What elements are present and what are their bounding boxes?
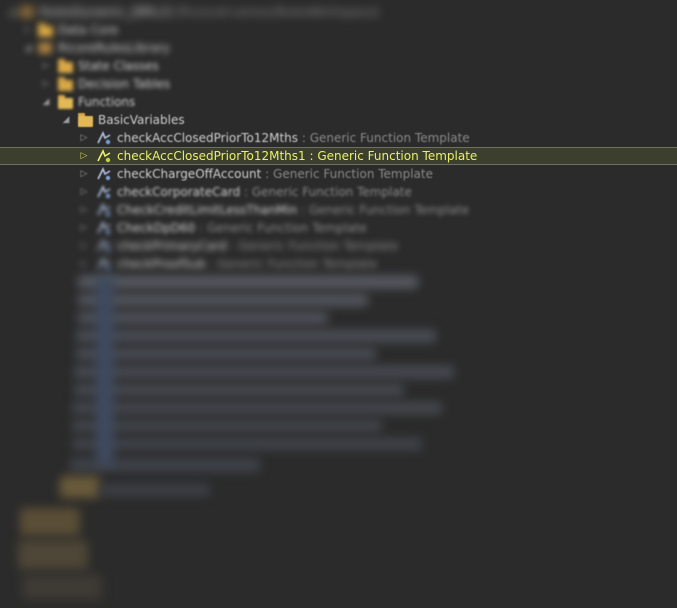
tree-node-label: BasicVariables: [98, 113, 185, 127]
tree-node-function[interactable]: ▷ checkPrimaryCard : Generic Function Te…: [0, 237, 677, 255]
blurred-row: [100, 484, 210, 496]
tree-node-data-core[interactable]: ▷ Data Core: [0, 21, 677, 39]
blurred-folder: [20, 508, 80, 536]
collapse-arrow-icon[interactable]: ◢: [6, 3, 18, 21]
tree-node-function[interactable]: ▷ checkAccClosedPriorTo12Mths : Generic …: [0, 129, 677, 147]
root-label: RulesDynamic_[BRL2]: [40, 5, 172, 19]
root-detail: [Ricocod-Lemon/RulesWorkspace]: [175, 5, 379, 19]
expand-arrow-icon[interactable]: ▷: [78, 183, 90, 201]
function-name: checkCorporateCard: [117, 185, 241, 199]
expand-arrow-icon[interactable]: ▷: [22, 21, 34, 39]
function-icon: [96, 149, 112, 163]
tree-node-root[interactable]: ◢ RulesDynamic_[BRL2] [Ricocod-Lemon/Rul…: [0, 3, 677, 21]
blurred-row: [78, 276, 418, 288]
tree-node-basic-variables[interactable]: ◢ BasicVariables: [0, 111, 677, 129]
tree-node-function[interactable]: ▷ CheckDpD60 : Generic Function Template: [0, 219, 677, 237]
project-explorer-tree: ◢ RulesDynamic_[BRL2] [Ricocod-Lemon/Rul…: [0, 0, 677, 608]
blurred-icon-column: [96, 276, 114, 466]
tree-node-decision-tables[interactable]: ▷ Decision Tables: [0, 75, 677, 93]
function-type: : Generic Function Template: [205, 257, 378, 271]
tree-node-function[interactable]: ▷ checkCorporateCard : Generic Function …: [0, 183, 677, 201]
tree-node-function[interactable]: ▷ checkChargeOffAccount : Generic Functi…: [0, 165, 677, 183]
blurred-row: [76, 330, 436, 342]
blurred-folder: [22, 574, 102, 600]
expand-arrow-icon[interactable]: ▷: [78, 219, 90, 237]
folder-icon: [58, 59, 74, 73]
function-name: CheckDpD60: [117, 221, 196, 235]
tree-node-label: Decision Tables: [78, 77, 171, 91]
function-name: checkProofSub: [117, 257, 206, 271]
blurred-row: [74, 366, 454, 378]
tree-node-state-classes[interactable]: ▷ State Classes: [0, 57, 677, 75]
expand-arrow-icon[interactable]: ▷: [78, 148, 90, 166]
tree-node-functions[interactable]: ◢ Functions: [0, 93, 677, 111]
function-type: : Generic Function Template: [226, 239, 399, 253]
tree-node-rules-library[interactable]: ◢ RicoreRulesLibrary: [0, 39, 677, 57]
blurred-folder: [18, 540, 88, 570]
folder-icon: [38, 23, 54, 37]
expand-arrow-icon[interactable]: ▷: [40, 57, 52, 75]
collapse-arrow-icon[interactable]: ◢: [40, 93, 52, 111]
blurred-row: [72, 402, 442, 414]
expand-arrow-icon[interactable]: ▷: [78, 255, 90, 273]
blurred-row: [72, 420, 382, 432]
folder-icon: [58, 77, 74, 91]
project-icon: [20, 5, 36, 19]
tree-node-function[interactable]: ▷ CheckCreditLimitLessThanMin : Generic …: [0, 201, 677, 219]
function-icon: [96, 131, 112, 145]
blurred-row: [78, 312, 328, 324]
collapse-arrow-icon[interactable]: ◢: [60, 111, 72, 129]
open-folder-icon: [58, 95, 74, 109]
expand-arrow-icon[interactable]: ▷: [78, 129, 90, 147]
expand-arrow-icon[interactable]: ▷: [78, 165, 90, 183]
function-type: : Generic Function Template: [240, 185, 412, 199]
function-type: : Generic Function Template: [298, 131, 470, 145]
function-name: checkAccClosedPriorTo12Mths1 : Generic F…: [117, 149, 478, 163]
tree-node-function-selected[interactable]: ▷ checkAccClosedPriorTo12Mths1 : Generic…: [0, 147, 677, 165]
tree-node-label: State Classes: [78, 59, 159, 73]
tree-node-label: Data Core: [58, 23, 119, 37]
function-name: CheckCreditLimitLessThanMin: [117, 203, 298, 217]
function-name: checkPrimaryCard: [117, 239, 227, 253]
blurred-row: [74, 384, 404, 396]
function-type: : Generic Function Template: [297, 203, 469, 217]
library-icon: [38, 41, 54, 55]
tree-node-function[interactable]: ▷ checkProofSub : Generic Function Templ…: [0, 255, 677, 273]
blurred-row: [78, 294, 368, 306]
open-folder-icon: [78, 113, 94, 127]
tree-node-label: Functions: [78, 95, 136, 109]
function-type: : Generic Function Template: [195, 221, 367, 235]
blurred-row: [76, 348, 376, 360]
collapse-arrow-icon[interactable]: ◢: [22, 39, 34, 57]
function-icon: [96, 185, 112, 199]
function-icon: [96, 239, 112, 253]
blurred-folder: [60, 476, 100, 498]
expand-arrow-icon[interactable]: ▷: [40, 75, 52, 93]
tree-node-label: RicoreRulesLibrary: [58, 41, 170, 55]
expand-arrow-icon[interactable]: ▷: [78, 237, 90, 255]
function-name: checkChargeOffAccount: [117, 167, 262, 181]
function-icon: [96, 257, 112, 271]
function-type: : Generic Function Template: [261, 167, 433, 181]
function-icon: [96, 167, 112, 181]
function-icon: [96, 203, 112, 217]
function-name: checkAccClosedPriorTo12Mths: [117, 131, 299, 145]
blurred-row: [72, 438, 422, 450]
function-icon: [96, 221, 112, 235]
expand-arrow-icon[interactable]: ▷: [78, 201, 90, 219]
